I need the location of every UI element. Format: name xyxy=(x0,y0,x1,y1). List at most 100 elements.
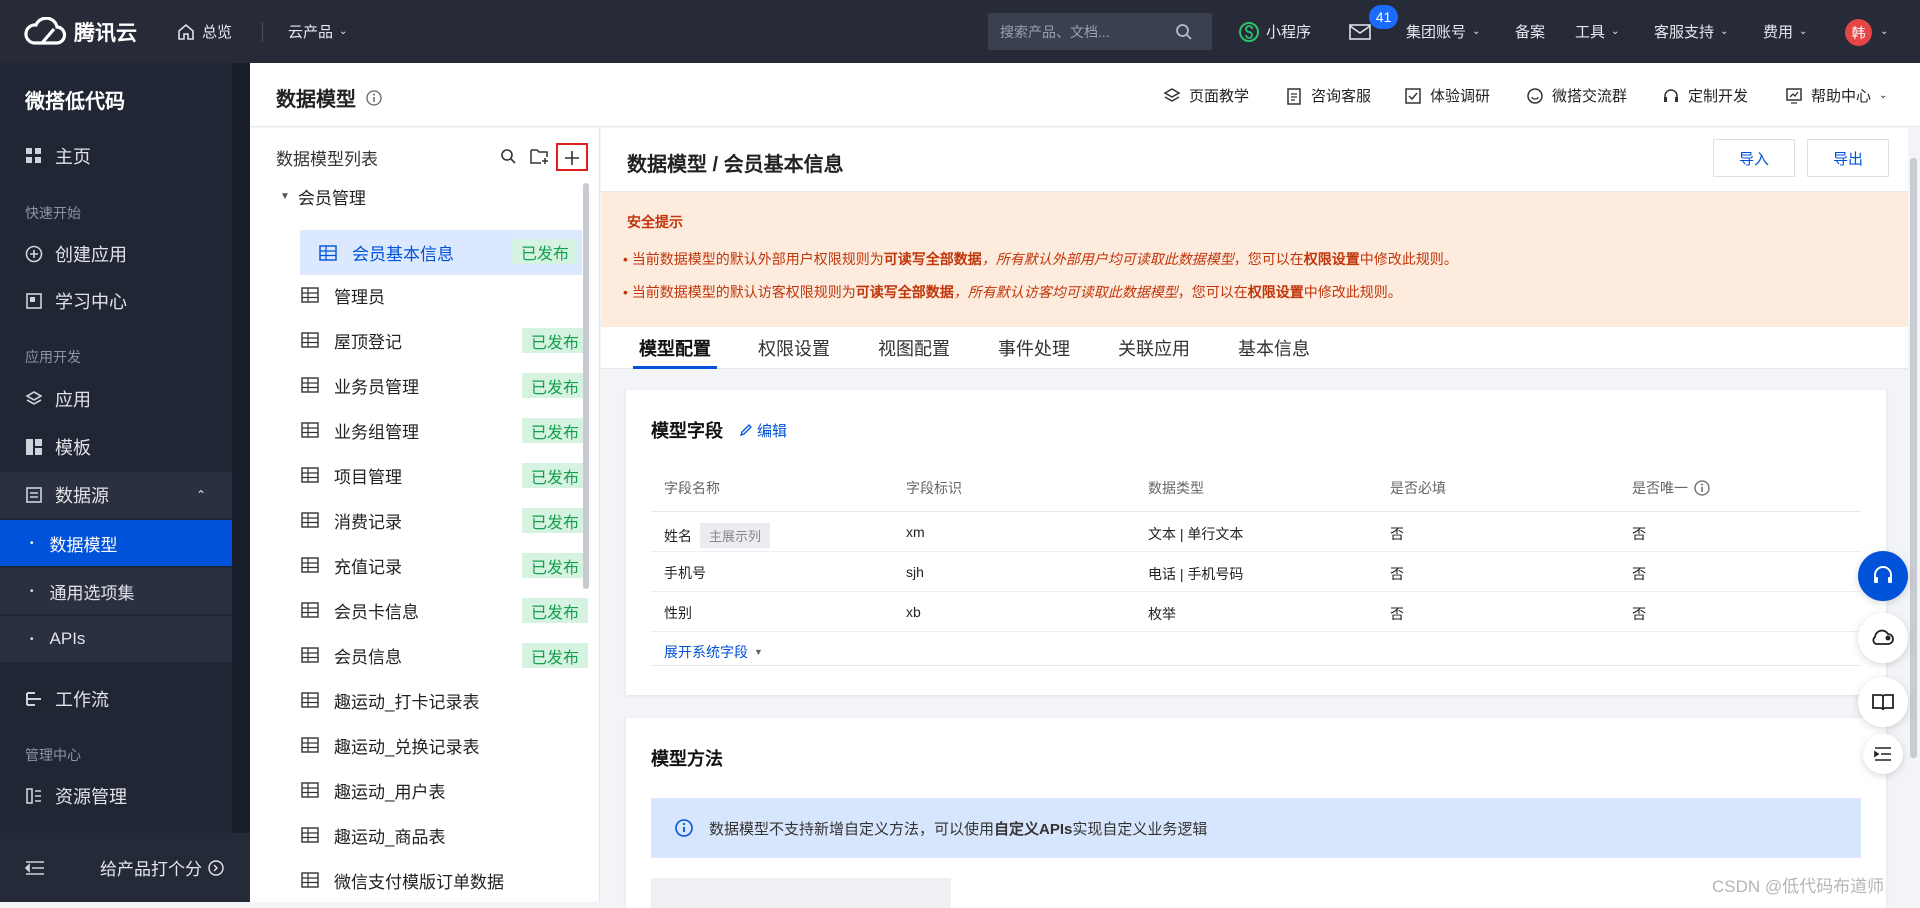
cloud-logo-icon xyxy=(24,16,67,45)
list-item[interactable]: 趣运动_兑换记录表 xyxy=(300,724,592,766)
export-button[interactable]: 导出 xyxy=(1807,139,1889,177)
group-account-menu[interactable]: 集团账号 ⌄ xyxy=(1406,0,1480,63)
header-link-label: 体验调研 xyxy=(1430,88,1491,105)
sidebar-item-label: 主页 xyxy=(55,147,91,167)
header-link-tutorial[interactable]: 页面教学 xyxy=(1163,85,1249,106)
tools-menu[interactable]: 工具 ⌄ xyxy=(1575,0,1619,63)
cloud-user-button[interactable] xyxy=(1858,613,1908,663)
tencent-cloud-logo[interactable]: 腾讯云 xyxy=(24,0,137,63)
layers-icon xyxy=(25,391,43,405)
sidebar-item-option-sets[interactable]: • 通用选项集 xyxy=(0,568,232,614)
filing-link[interactable]: 备案 xyxy=(1515,0,1545,63)
table-row[interactable]: 性别 xb 枚举 否 否 xyxy=(651,592,1861,632)
list-item[interactable]: 屋顶登记 已发布 xyxy=(300,319,592,361)
list-item[interactable]: 会员卡信息 已发布 xyxy=(300,589,592,631)
tab-related-apps[interactable]: 关联应用 xyxy=(1118,327,1190,369)
sidebar-scrollbar[interactable] xyxy=(232,63,250,902)
add-model-button[interactable] xyxy=(556,143,588,171)
sidebar-item-data-model[interactable]: • 数据模型 xyxy=(0,520,232,566)
list-item-label: 趣运动_用户表 xyxy=(334,782,446,802)
list-item[interactable]: 微信支付模版订单数据 xyxy=(300,859,592,901)
group-toggle-member-management[interactable]: ▼ 会员管理 xyxy=(280,184,366,209)
sidebar-item-learning[interactable]: 学习中心 xyxy=(0,278,232,324)
tab-basic-info[interactable]: 基本信息 xyxy=(1238,327,1310,369)
list-item[interactable]: 趣运动_打卡记录表 xyxy=(300,679,592,721)
sidebar-item-workflow[interactable]: 工作流 xyxy=(0,676,232,722)
list-item[interactable]: 趣运动_商品表 xyxy=(300,814,592,856)
customer-service-button[interactable] xyxy=(1858,551,1908,601)
tab-model-config[interactable]: 模型配置 xyxy=(633,327,717,369)
sidebar-item-label: 创建应用 xyxy=(55,245,127,265)
bullet-icon: • xyxy=(30,585,34,597)
sidebar-item-resources[interactable]: 资源管理 xyxy=(0,773,232,819)
collapse-menu-icon[interactable] xyxy=(25,860,45,876)
table-row[interactable]: 手机号 sjh 电话 | 手机号码 否 否 xyxy=(651,552,1861,592)
search-icon[interactable] xyxy=(500,148,517,165)
list-item[interactable]: 会员基本信息 已发布 xyxy=(300,230,582,275)
list-item[interactable]: 业务员管理 已发布 xyxy=(300,364,592,406)
sidebar-item-label: 数据源 xyxy=(55,486,109,506)
header-link-consult[interactable]: 咨询客服 xyxy=(1285,85,1371,106)
search-input[interactable] xyxy=(1000,23,1175,40)
status-badge: 已发布 xyxy=(521,598,588,623)
sidebar-item-apps[interactable]: 应用 xyxy=(0,376,232,422)
chevron-down-icon: ⌄ xyxy=(1720,26,1729,37)
table-icon xyxy=(301,512,319,528)
field-name-cell: 性别 xyxy=(664,603,692,623)
info-icon[interactable] xyxy=(1694,480,1710,496)
status-badge: 已发布 xyxy=(521,328,588,353)
outline-button[interactable] xyxy=(1863,734,1903,774)
sidebar-item-templates[interactable]: 模板 xyxy=(0,424,232,470)
sidebar-item-home[interactable]: 主页 xyxy=(0,133,232,179)
arrow-circle-icon xyxy=(208,859,224,876)
field-unique-cell: 否 xyxy=(1632,606,1646,622)
products-menu[interactable]: 云产品 ⌄ xyxy=(288,0,347,63)
detail-scrollbar[interactable] xyxy=(1910,158,1917,758)
info-icon[interactable] xyxy=(366,89,382,106)
search-icon[interactable] xyxy=(1175,23,1193,41)
edit-fields-button[interactable]: 编辑 xyxy=(739,420,787,441)
mini-program-link[interactable]: 小程序 xyxy=(1238,0,1311,63)
list-indent-icon xyxy=(1874,747,1891,761)
database-icon xyxy=(26,487,42,503)
permission-settings-link[interactable]: 权限设置 xyxy=(1304,251,1360,267)
list-item[interactable]: 业务组管理 已发布 xyxy=(300,409,592,451)
custom-apis-link[interactable]: 自定义APIs xyxy=(994,821,1072,838)
support-menu[interactable]: 客服支持 ⌄ xyxy=(1654,0,1728,63)
workflow-icon xyxy=(26,692,41,706)
sidebar-item-apis[interactable]: • APIs xyxy=(0,616,232,662)
expand-system-fields-link[interactable]: 展开系统字段 ▼ xyxy=(664,642,763,662)
home-link[interactable]: 总览 xyxy=(176,0,232,63)
list-item[interactable]: 趣运动_用户表 xyxy=(300,769,592,811)
rate-product-link[interactable]: 给产品打个分 xyxy=(100,855,202,880)
status-badge: 已发布 xyxy=(521,553,588,578)
permission-settings-link[interactable]: 权限设置 xyxy=(1248,284,1304,300)
messages-button[interactable] xyxy=(1349,0,1371,63)
list-item[interactable]: 管理员 xyxy=(300,274,592,316)
search-box[interactable] xyxy=(988,13,1212,50)
sidebar-item-datasource[interactable]: 数据源 ⌃ xyxy=(0,472,232,518)
list-item[interactable]: 会员信息 已发布 xyxy=(300,634,592,676)
table-row[interactable]: 姓名 主展示列 xm 文本 | 单行文本 否 否 xyxy=(651,512,1861,552)
new-folder-icon[interactable] xyxy=(530,147,550,165)
tab-view-config[interactable]: 视图配置 xyxy=(878,327,950,369)
avatar[interactable]: 韩 xyxy=(1845,19,1872,46)
header-link-community[interactable]: 微搭交流群 xyxy=(1526,85,1627,106)
watermark: CSDN @低代码布道师 xyxy=(1712,877,1885,896)
chevron-down-icon[interactable]: ⌄ xyxy=(1880,0,1888,63)
tab-event-handling[interactable]: 事件处理 xyxy=(998,327,1070,369)
docs-button[interactable] xyxy=(1858,677,1908,727)
tab-permissions[interactable]: 权限设置 xyxy=(758,327,830,369)
header-link-survey[interactable]: 体验调研 xyxy=(1404,85,1490,106)
import-button[interactable]: 导入 xyxy=(1713,139,1795,177)
list-item[interactable]: 消费记录 已发布 xyxy=(300,499,592,541)
fees-menu[interactable]: 费用 ⌄ xyxy=(1763,0,1807,63)
header-link-help-center[interactable]: 帮助中心 ⌄ xyxy=(1785,85,1887,106)
list-item[interactable]: 充值记录 已发布 xyxy=(300,544,592,586)
sidebar-item-create-app[interactable]: 创建应用 xyxy=(0,231,232,277)
status-badge: 已发布 xyxy=(511,239,578,264)
header-link-custom-dev[interactable]: 定制开发 xyxy=(1662,85,1748,106)
list-item[interactable]: 项目管理 已发布 xyxy=(300,454,592,496)
field-name: 姓名 xyxy=(664,527,692,544)
list-scrollbar[interactable] xyxy=(583,183,589,589)
